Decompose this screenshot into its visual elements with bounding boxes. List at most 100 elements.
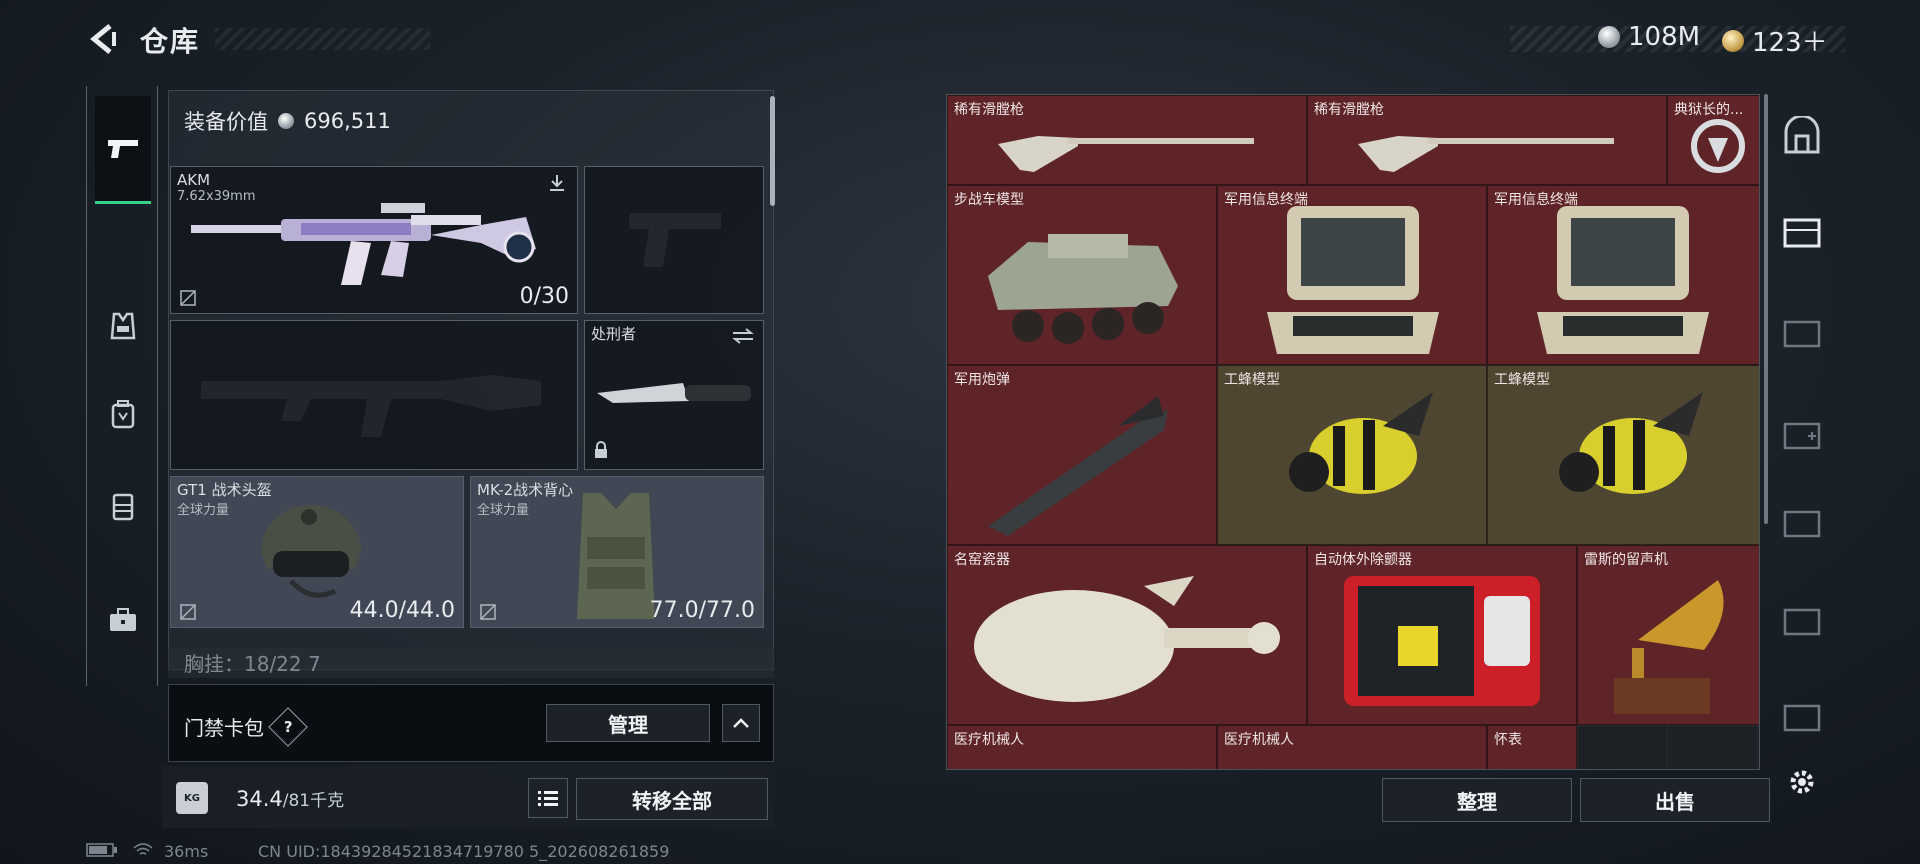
carry-weight: 34.4/81千克 bbox=[236, 786, 344, 811]
transfer-all-button[interactable]: 转移全部 bbox=[576, 778, 768, 820]
gold-currency[interactable]: 123＋ bbox=[1722, 22, 1828, 59]
shell-image bbox=[988, 396, 1168, 536]
stash-item-musket-1[interactable]: 稀有滑膛枪 bbox=[947, 95, 1307, 185]
vest-brand: 全球力量 bbox=[477, 503, 530, 518]
gold-amount: 123＋ bbox=[1752, 28, 1828, 58]
stash-item-medical-robot-1[interactable]: 医疗机械人 bbox=[947, 725, 1217, 769]
melee-name: 处刑者 bbox=[591, 325, 637, 343]
back-button[interactable] bbox=[86, 22, 120, 56]
ifv-model-image bbox=[988, 234, 1178, 344]
swap-icon[interactable] bbox=[731, 327, 755, 349]
tab-backpack[interactable] bbox=[95, 386, 151, 442]
access-card-label-group: 门禁卡包 ? bbox=[184, 706, 308, 747]
silver-coin-icon bbox=[1598, 26, 1620, 48]
list-view-button[interactable] bbox=[528, 778, 568, 818]
stash-item-gramophone[interactable]: 雷斯的留声机 bbox=[1577, 545, 1759, 725]
vest-slot[interactable]: MK-2战术背心 全球力量 77.0/77.0 bbox=[470, 476, 764, 628]
stash-item-military-shell[interactable]: 军用炮弹 bbox=[947, 365, 1217, 545]
ammo-count: 0/30 bbox=[519, 284, 569, 309]
no-insurance-icon bbox=[479, 603, 497, 621]
equipment-value-label: 装备价值 bbox=[184, 110, 268, 134]
badge-image bbox=[1691, 119, 1745, 173]
ping-text: 36ms bbox=[164, 842, 209, 861]
access-card-label: 门禁卡包 bbox=[184, 716, 264, 740]
stash-item-medical-robot-2[interactable]: 医疗机械人 bbox=[1217, 725, 1487, 769]
stash-page-icon bbox=[1783, 608, 1821, 636]
help-icon[interactable]: ? bbox=[268, 706, 308, 747]
tab-stash-page-4[interactable] bbox=[1780, 500, 1824, 544]
melee-slot[interactable]: 处刑者 bbox=[584, 320, 764, 470]
tab-case[interactable] bbox=[95, 592, 151, 648]
equipment-scrollbar[interactable] bbox=[770, 96, 775, 206]
gold-coin-icon bbox=[1722, 29, 1744, 52]
tab-stash-page-5[interactable] bbox=[1780, 598, 1824, 642]
wasp-model-image bbox=[1559, 392, 1703, 494]
no-insurance-icon bbox=[179, 603, 197, 621]
briefcase-icon bbox=[110, 608, 136, 631]
download-icon[interactable] bbox=[547, 173, 567, 197]
vest-durability: 77.0/77.0 bbox=[649, 598, 755, 623]
stash-item-warden-badge[interactable]: 典狱长的... bbox=[1667, 95, 1759, 185]
tab-stash-page-2[interactable] bbox=[1780, 310, 1824, 354]
stash-item-wasp-model-2[interactable]: 工蜂模型 bbox=[1487, 365, 1759, 545]
manage-button[interactable]: 管理 bbox=[546, 704, 710, 742]
knife-image bbox=[597, 383, 751, 403]
tab-safe[interactable] bbox=[1780, 114, 1824, 158]
tab-stash-page-3[interactable] bbox=[1780, 412, 1824, 456]
equipment-value-amount: 696,511 bbox=[304, 109, 391, 133]
wifi-icon bbox=[132, 842, 154, 862]
helmet-brand: 全球力量 bbox=[177, 503, 230, 518]
terminal-image bbox=[1267, 206, 1439, 354]
stash-page-icon bbox=[1783, 422, 1821, 450]
chest-rig-row[interactable]: 胸挂：18/22 7 bbox=[168, 648, 774, 678]
no-insurance-icon bbox=[179, 289, 197, 307]
stash-item-aed[interactable]: 自动体外除颤器 bbox=[1307, 545, 1577, 725]
stash-page-icon bbox=[1783, 218, 1821, 248]
porcelain-image bbox=[974, 576, 1280, 702]
stash-page-icon bbox=[1783, 510, 1821, 538]
stash-item-pocket-watch[interactable]: 怀表 bbox=[1487, 725, 1577, 769]
stash-page-icon bbox=[1783, 320, 1821, 348]
lock-icon bbox=[593, 441, 609, 463]
rig-icon bbox=[112, 493, 134, 521]
stash-item-military-terminal-2[interactable]: 军用信息终端 bbox=[1487, 185, 1759, 365]
aed-image bbox=[1344, 576, 1540, 706]
title-stripe-decoration bbox=[215, 28, 430, 50]
helmet-durability: 44.0/44.0 bbox=[349, 598, 455, 623]
vest-icon bbox=[110, 312, 136, 340]
loadout-tab-rail bbox=[86, 86, 158, 686]
safe-icon bbox=[1784, 116, 1820, 154]
collapse-button[interactable] bbox=[722, 704, 760, 742]
musket-image bbox=[998, 136, 1254, 172]
stash-item-military-terminal-1[interactable]: 军用信息终端 bbox=[1217, 185, 1487, 365]
silver-amount: 108M bbox=[1628, 22, 1701, 52]
back-arrow-icon bbox=[90, 24, 116, 54]
sell-button[interactable]: 出售 bbox=[1580, 778, 1770, 822]
stash-item-ifv-model[interactable]: 步战车模型 bbox=[947, 185, 1217, 365]
akm-rifle-image bbox=[191, 203, 536, 285]
tab-armor[interactable] bbox=[95, 298, 151, 354]
gear-icon bbox=[1790, 770, 1814, 794]
stash-item-famous-porcelain[interactable]: 名窑瓷器 bbox=[947, 545, 1307, 725]
secondary-weapon-slot[interactable] bbox=[170, 320, 578, 470]
tab-stash-page-1[interactable] bbox=[1780, 210, 1824, 254]
battery-icon bbox=[86, 842, 118, 861]
weight-max: /81千克 bbox=[282, 791, 345, 811]
stash-scrollbar[interactable] bbox=[1764, 94, 1768, 524]
helmet-slot[interactable]: GT1 战术头盔 全球力量 44.0/44.0 bbox=[170, 476, 464, 628]
tab-chest-rig[interactable] bbox=[95, 478, 151, 534]
tab-stash-page-6[interactable] bbox=[1780, 694, 1824, 738]
terminal-image bbox=[1537, 206, 1709, 354]
pistol-slot[interactable] bbox=[584, 166, 764, 314]
stash-item-musket-2[interactable]: 稀有滑膛枪 bbox=[1307, 95, 1667, 185]
weight-icon: KG bbox=[176, 782, 208, 814]
backpack-icon bbox=[111, 400, 135, 429]
equipment-value: 装备价值 696,511 bbox=[184, 106, 391, 136]
silver-currency: 108M bbox=[1598, 22, 1700, 52]
stash-item-wasp-model-1[interactable]: 工蜂模型 bbox=[1217, 365, 1487, 545]
tab-weapons[interactable] bbox=[95, 96, 151, 204]
settings-button[interactable] bbox=[1780, 760, 1824, 804]
stash-page-icon bbox=[1783, 704, 1821, 732]
sort-button[interactable]: 整理 bbox=[1382, 778, 1572, 822]
primary-weapon-slot[interactable]: AKM 7.62x39mm 0/30 bbox=[170, 166, 578, 314]
